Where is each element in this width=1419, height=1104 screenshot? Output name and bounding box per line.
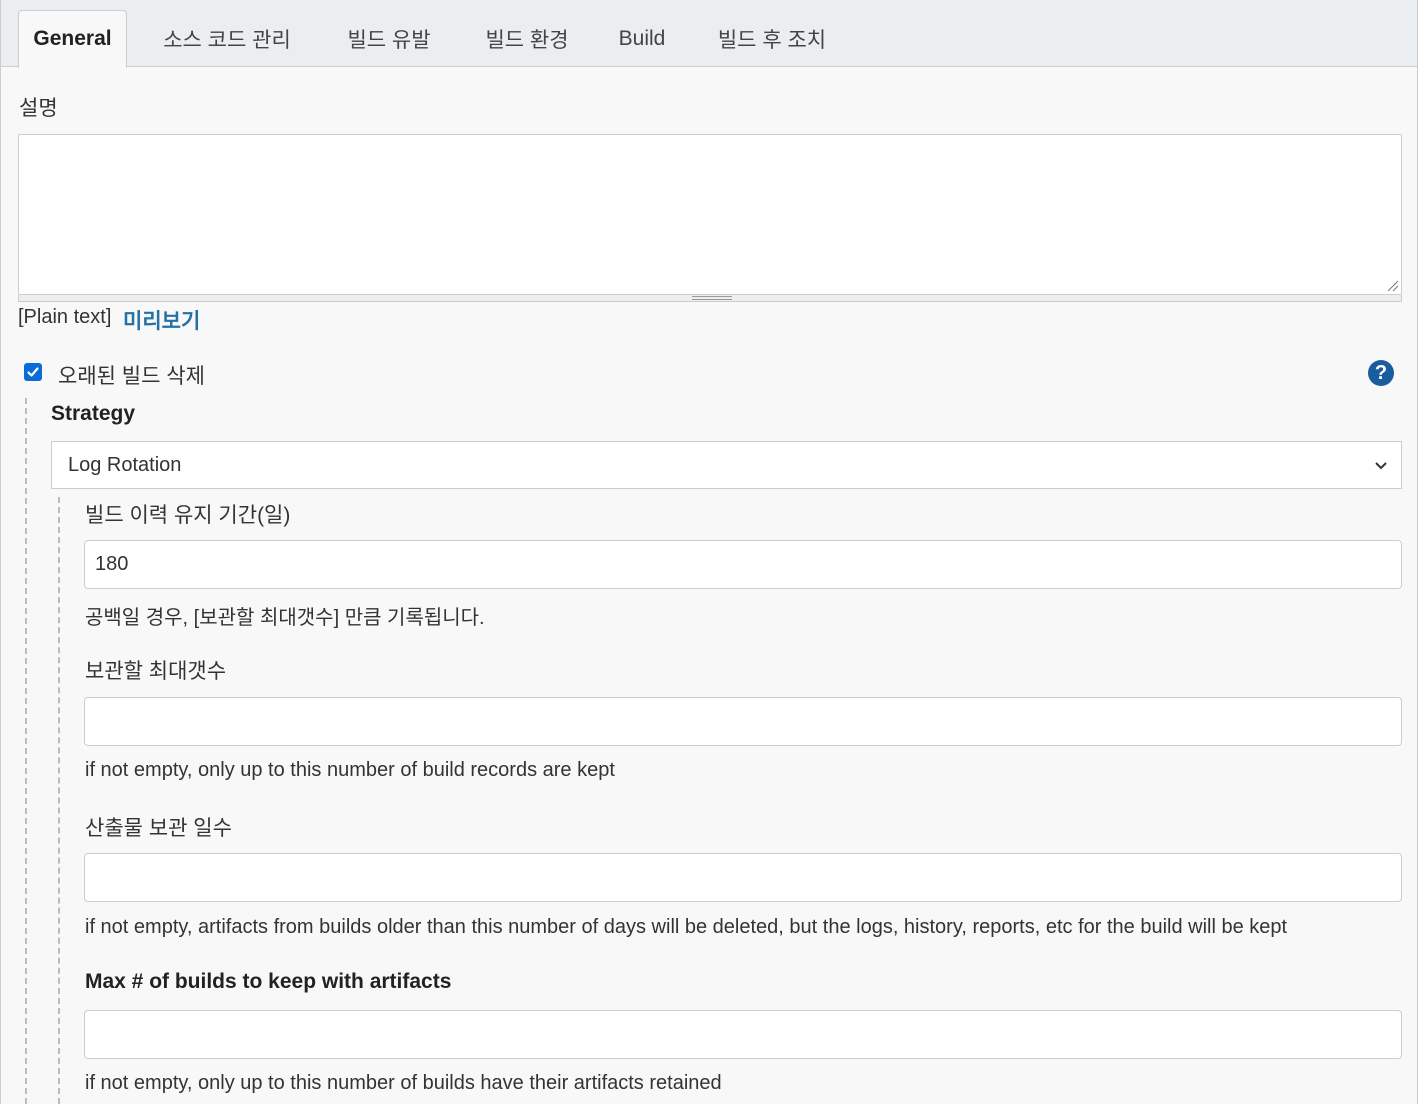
textarea-resize-corner-icon[interactable] <box>1385 278 1399 292</box>
tab-post-build-actions[interactable]: 빌드 후 조치 <box>701 10 843 67</box>
strategy-label: Strategy <box>51 402 136 425</box>
discard-old-builds-label[interactable]: 오래된 빌드 삭제 <box>58 360 205 390</box>
tab-build[interactable]: Build <box>607 10 677 67</box>
section-indent-guide <box>25 398 27 1104</box>
tab-source-code-management[interactable]: 소스 코드 관리 <box>147 10 307 67</box>
config-tabbar: General 소스 코드 관리 빌드 유발 빌드 환경 Build 빌드 후 … <box>1 0 1417 68</box>
tab-build-triggers-label: 빌드 유발 <box>347 28 431 52</box>
checkmark-icon <box>27 367 39 377</box>
description-label: 설명 <box>19 97 58 120</box>
days-to-keep-label: 빌드 이력 유지 기간(일) <box>85 504 291 527</box>
description-textarea[interactable] <box>18 134 1402 295</box>
tab-post-build-actions-label: 빌드 후 조치 <box>717 28 827 52</box>
artifact-days-label: 산출물 보관 일수 <box>85 817 232 840</box>
tab-general-label: General <box>33 27 112 50</box>
tab-build-environment[interactable]: 빌드 환경 <box>469 10 585 67</box>
chevron-down-icon <box>1361 441 1401 489</box>
tab-build-environment-label: 빌드 환경 <box>485 28 569 52</box>
tab-general[interactable]: General <box>18 10 127 68</box>
max-artifact-builds-hint: if not empty, only up to this number of … <box>85 1072 722 1094</box>
max-builds-hint: if not empty, only up to this number of … <box>85 759 615 781</box>
max-builds-label: 보관할 최대갯수 <box>85 660 227 683</box>
help-icon[interactable]: ? <box>1368 360 1394 386</box>
tab-build-triggers[interactable]: 빌드 유발 <box>331 10 447 67</box>
tab-build-label: Build <box>618 26 666 50</box>
strategy-select[interactable]: Log Rotation <box>51 441 1402 489</box>
strategy-selected-value: Log Rotation <box>68 453 182 476</box>
tab-source-code-management-label: 소스 코드 관리 <box>163 28 291 52</box>
max-artifact-builds-label: Max # of builds to keep with artifacts <box>85 970 452 993</box>
days-to-keep-hint: 공백일 경우, [보관할 최대갯수] 만큼 기록됩니다. <box>85 607 485 629</box>
discard-old-builds-checkbox[interactable] <box>24 363 42 381</box>
days-to-keep-input[interactable]: 180 <box>84 540 1402 589</box>
strategy-indent-guide <box>58 497 60 1104</box>
format-label: [Plain text] <box>18 306 112 328</box>
artifact-days-input[interactable] <box>84 853 1402 902</box>
textarea-resize-bar[interactable] <box>18 295 1402 302</box>
days-to-keep-value: 180 <box>95 553 129 575</box>
max-builds-input[interactable] <box>84 697 1402 746</box>
max-artifact-builds-input[interactable] <box>84 1010 1402 1059</box>
preview-link[interactable]: 미리보기 <box>123 305 200 335</box>
artifact-days-hint: if not empty, artifacts from builds olde… <box>85 916 1288 938</box>
resize-grip-icon <box>692 296 732 300</box>
job-config-panel: General 소스 코드 관리 빌드 유발 빌드 환경 Build 빌드 후 … <box>0 0 1418 1104</box>
